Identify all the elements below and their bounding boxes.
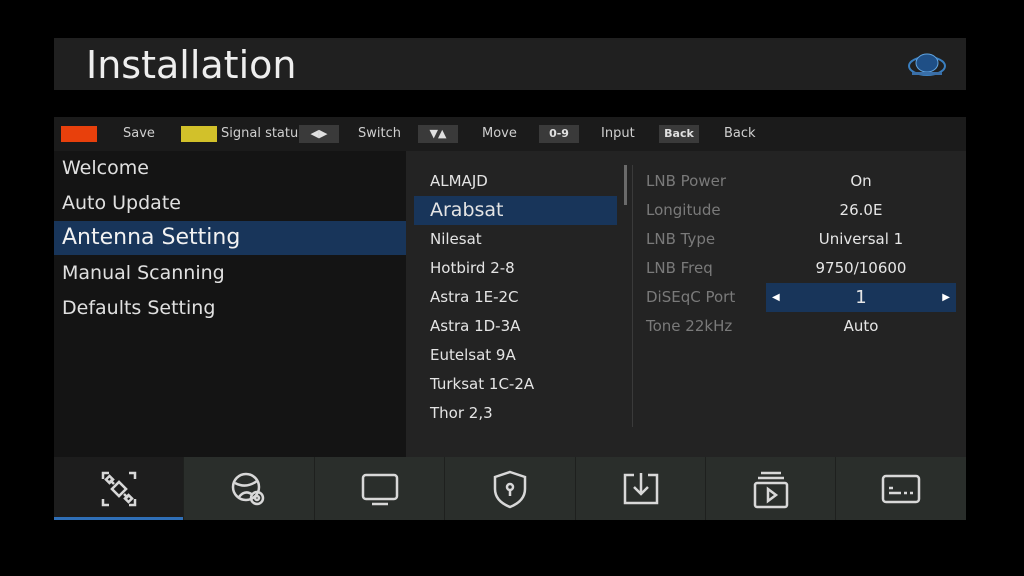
tone-22khz-row[interactable]: Tone 22kHz Auto [646,312,958,341]
menu-item-manual-scanning[interactable]: Manual Scanning [54,256,406,290]
lnb-type-value: Universal 1 [818,230,904,248]
satellite-logo-icon [908,53,946,76]
arrow-right-icon[interactable]: ▶ [942,283,950,312]
tab-installation[interactable] [54,457,184,520]
parental-lock-icon [493,470,527,508]
antenna-settings-panel: ALMAJD Arabsat Nilesat Hotbird 2-8 Astra… [406,151,966,457]
tab-parental-lock[interactable] [445,457,576,520]
satellite-item-hotbird[interactable]: Hotbird 2-8 [414,254,617,283]
lnb-freq-row[interactable]: LNB Freq 9750/10600 [646,254,958,283]
satellite-item-astra-1d-3a[interactable]: Astra 1D-3A [414,312,617,341]
diseqc-port-selector[interactable]: ◀ 1 ▶ [766,283,956,312]
back-hint-label: Back [724,126,756,141]
header-bar: Installation [54,38,966,90]
menu-item-defaults-setting[interactable]: Defaults Setting [54,291,406,325]
category-tab-bar [54,457,966,520]
diseqc-port-label: DiSEqC Port [646,288,736,306]
tab-network[interactable] [184,457,315,520]
diseqc-port-value: 1 [855,287,867,308]
back-keycap: Back [659,125,699,143]
page-title: Installation [86,43,297,87]
satellite-item-nilesat[interactable]: Nilesat [414,225,617,254]
lnb-type-label: LNB Type [646,230,716,248]
red-key-swatch [61,126,97,142]
hint-bar: Save Signal status ◀▶ Switch ▼▲ Move 0-9… [54,117,966,151]
monitor-icon [361,473,398,505]
arrow-left-icon[interactable]: ◀ [772,283,780,312]
input-hint-label: Input [601,126,635,141]
tab-subtitle[interactable] [836,457,966,520]
satellite-item-almajd[interactable]: ALMAJD [414,167,617,196]
panel-divider [632,165,633,427]
menu-item-auto-update[interactable]: Auto Update [54,186,406,220]
input-keycap: 0-9 [539,125,579,143]
tab-media-player[interactable] [706,457,836,520]
satellite-icon [101,471,136,506]
longitude-label: Longitude [646,201,721,219]
satellite-item-arabsat[interactable]: Arabsat [414,196,617,225]
menu-item-antenna-setting[interactable]: Antenna Setting [54,221,406,255]
longitude-row[interactable]: Longitude 26.0E [646,196,958,225]
satellite-item-thor[interactable]: Thor 2,3 [414,399,617,428]
tab-download[interactable] [576,457,706,520]
subtitle-icon [881,474,921,503]
lnb-power-label: LNB Power [646,172,726,190]
move-hint-label: Move [482,126,517,141]
move-keycap: ▼▲ [418,125,458,143]
switch-keycap: ◀▶ [299,125,339,143]
satellite-list-scrollbar[interactable] [624,165,627,205]
lnb-power-row[interactable]: LNB Power On [646,167,958,196]
media-player-icon [753,471,788,508]
tone-22khz-label: Tone 22kHz [646,317,733,335]
yellow-key-swatch [181,126,217,142]
save-hint-label: Save [123,126,155,141]
download-icon [623,472,658,504]
satellite-item-eutelsat[interactable]: Eutelsat 9A [414,341,617,370]
satellite-item-astra-1e-2c[interactable]: Astra 1E-2C [414,283,617,312]
tab-display[interactable] [315,457,445,520]
lnb-freq-label: LNB Freq [646,259,713,277]
lnb-freq-value: 9750/10600 [815,259,907,277]
lnb-power-value: On [850,172,872,190]
longitude-value: 26.0E [839,201,883,219]
diseqc-port-row[interactable]: DiSEqC Port ◀ 1 ▶ [646,283,958,312]
installation-menu: Welcome Auto Update Antenna Setting Manu… [54,151,406,457]
switch-hint-label: Switch [358,126,401,141]
lnb-type-row[interactable]: LNB Type Universal 1 [646,225,958,254]
active-tab-indicator [54,517,183,520]
menu-item-welcome[interactable]: Welcome [54,151,406,185]
signal-status-hint-label: Signal status [221,126,306,141]
satellite-item-turksat[interactable]: Turksat 1C-2A [414,370,617,399]
network-settings-icon [231,472,265,505]
tone-22khz-value: Auto [843,317,879,335]
